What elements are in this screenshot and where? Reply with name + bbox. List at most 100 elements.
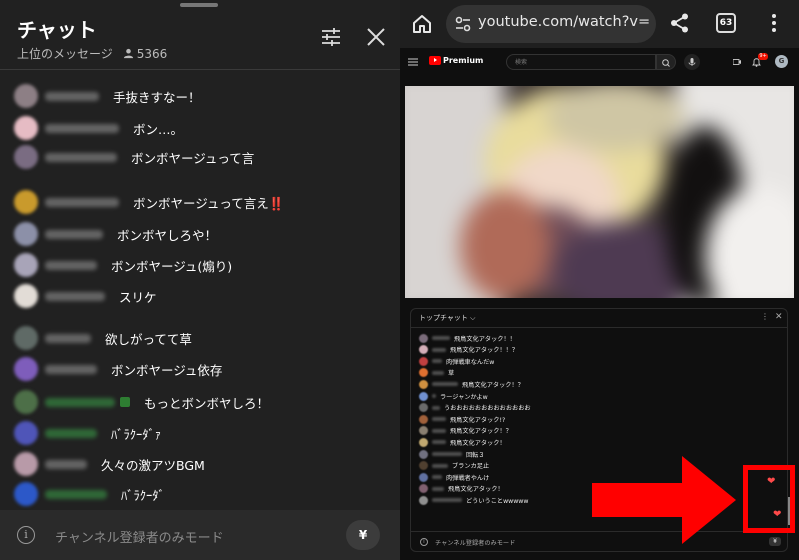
avatar[interactable]: [419, 461, 428, 471]
sliders-icon[interactable]: [319, 25, 343, 49]
chat-message[interactable]: 久々の激アツBGM: [14, 450, 205, 478]
chat-message[interactable]: スリケ: [14, 282, 157, 310]
avatar[interactable]: [14, 222, 38, 246]
live-chat-message[interactable]: 草: [419, 368, 454, 378]
author-name-blurred[interactable]: [45, 397, 115, 407]
url-text[interactable]: youtube.com/watch?v=N: [478, 14, 650, 30]
author-name-blurred[interactable]: [432, 405, 440, 410]
author-name-blurred[interactable]: [45, 333, 91, 343]
youtube-logo[interactable]: Premium: [429, 56, 483, 65]
top-chat-dropdown[interactable]: トップチャット ⌵: [419, 313, 475, 323]
author-name-blurred[interactable]: [432, 486, 444, 491]
avatar[interactable]: [419, 426, 428, 436]
author-name-blurred[interactable]: [432, 347, 446, 352]
avatar[interactable]: [419, 484, 428, 494]
info-icon[interactable]: i: [17, 526, 35, 544]
live-chat-message[interactable]: うおおおおおおおおおおおおお: [419, 403, 531, 413]
author-name-blurred[interactable]: [432, 452, 462, 456]
chat-message[interactable]: ﾊﾞﾗｸｰﾀﾞｧ: [14, 419, 161, 447]
hamburger-menu-icon[interactable]: [408, 58, 418, 66]
tab-switcher-icon[interactable]: 63: [716, 13, 736, 33]
voice-search-button[interactable]: [684, 54, 700, 70]
avatar[interactable]: [419, 356, 428, 366]
author-name-blurred[interactable]: [432, 359, 442, 364]
avatar[interactable]: [419, 379, 428, 389]
chat-message-list[interactable]: 手抜きすなー！ ボン…。 ボンボヤージュって言ボンボヤージュって言え‼️ ボンボヤしろ…: [0, 70, 400, 510]
chat-message[interactable]: 手抜きすなー！: [14, 82, 201, 110]
avatar[interactable]: [14, 421, 38, 445]
video-player[interactable]: [405, 86, 794, 298]
home-icon[interactable]: [410, 12, 434, 36]
live-chat-message[interactable]: 飛鳥文化アタック！？: [419, 426, 512, 436]
author-name-blurred[interactable]: [45, 291, 105, 301]
live-chat-message[interactable]: 回転３: [419, 449, 485, 459]
address-bar[interactable]: youtube.com/watch?v=N: [446, 5, 656, 43]
live-chat-menu-icon[interactable]: ⋮: [761, 312, 769, 321]
account-avatar[interactable]: G: [775, 55, 788, 68]
avatar[interactable]: [14, 482, 38, 506]
author-name-blurred[interactable]: [432, 440, 446, 445]
avatar[interactable]: [419, 391, 428, 401]
live-chat-message[interactable]: 飛鳥文化アタック！？: [419, 379, 524, 389]
avatar[interactable]: [14, 253, 38, 277]
chat-message[interactable]: ボン…。: [14, 114, 183, 142]
avatar[interactable]: [419, 495, 428, 505]
chat-message[interactable]: 欲しがってて草: [14, 324, 192, 352]
avatar[interactable]: [14, 390, 38, 414]
live-chat-message[interactable]: ブランカ足止: [419, 461, 489, 471]
chat-filter-dropdown[interactable]: 上位のメッセージ: [17, 45, 113, 62]
chat-message[interactable]: ボンボヤージュって言: [14, 143, 254, 171]
live-chat-message[interactable]: 飛鳥文化アタック！: [419, 437, 506, 447]
chat-message[interactable]: ﾊﾞﾗｸｰﾀﾞ: [14, 480, 165, 508]
avatar[interactable]: [14, 284, 38, 308]
live-chat-message[interactable]: ラージャンかよw: [419, 391, 488, 401]
avatar[interactable]: [14, 357, 38, 381]
chat-message[interactable]: ボンボヤージュ依存: [14, 355, 222, 383]
drag-handle[interactable]: [180, 3, 218, 7]
chat-message[interactable]: ボンボヤしろや！: [14, 220, 217, 248]
avatar[interactable]: [14, 116, 38, 140]
author-name-blurred[interactable]: [432, 463, 448, 468]
live-chat-message[interactable]: 肉弾戦車なんだw: [419, 356, 494, 366]
author-name-blurred[interactable]: [45, 229, 103, 239]
chat-message[interactable]: もっとボンボヤしろ！: [14, 388, 269, 416]
live-chat-input-placeholder[interactable]: チャンネル登録者のみモード: [435, 538, 515, 547]
author-name-blurred[interactable]: [432, 336, 450, 340]
chat-input-placeholder[interactable]: チャンネル登録者のみモード: [55, 527, 224, 546]
avatar[interactable]: [419, 472, 428, 482]
avatar[interactable]: [419, 414, 428, 424]
live-chat-message[interactable]: 飛鳥文化アタック！: [419, 484, 504, 494]
close-icon[interactable]: [364, 25, 388, 49]
search-input[interactable]: 検索: [506, 54, 656, 70]
avatar[interactable]: [14, 190, 38, 214]
more-vert-icon[interactable]: [770, 12, 778, 34]
author-name-blurred[interactable]: [45, 152, 117, 162]
author-name-blurred[interactable]: [432, 394, 436, 398]
superchat-button[interactable]: ¥: [346, 520, 380, 550]
create-video-icon[interactable]: [733, 59, 741, 65]
live-chat-message[interactable]: どういうことwwwww: [419, 495, 528, 505]
live-chat-message[interactable]: 飛鳥文化アタック！！？: [419, 345, 518, 355]
site-settings-icon[interactable]: [454, 15, 472, 33]
avatar[interactable]: [419, 333, 428, 343]
chat-message[interactable]: ボンボヤージュ(煽り): [14, 251, 232, 279]
live-chat-close-icon[interactable]: ✕: [775, 312, 783, 322]
author-name-blurred[interactable]: [45, 260, 97, 270]
share-icon[interactable]: [669, 12, 691, 34]
chat-message[interactable]: ボンボヤージュって言え‼️: [14, 188, 284, 216]
author-name-blurred[interactable]: [45, 197, 119, 207]
avatar[interactable]: [419, 403, 428, 413]
live-chat-message[interactable]: 飛鳥文化アタック!?: [419, 414, 505, 424]
author-name-blurred[interactable]: [45, 459, 87, 469]
author-name-blurred[interactable]: [432, 475, 442, 480]
avatar[interactable]: [419, 449, 428, 459]
author-name-blurred[interactable]: [432, 498, 462, 503]
avatar[interactable]: [14, 145, 38, 169]
author-name-blurred[interactable]: [432, 417, 446, 422]
avatar[interactable]: [419, 368, 428, 378]
author-name-blurred[interactable]: [432, 370, 444, 375]
author-name-blurred[interactable]: [45, 428, 97, 438]
author-name-blurred[interactable]: [432, 382, 458, 387]
avatar[interactable]: [14, 84, 38, 108]
author-name-blurred[interactable]: [45, 489, 107, 499]
